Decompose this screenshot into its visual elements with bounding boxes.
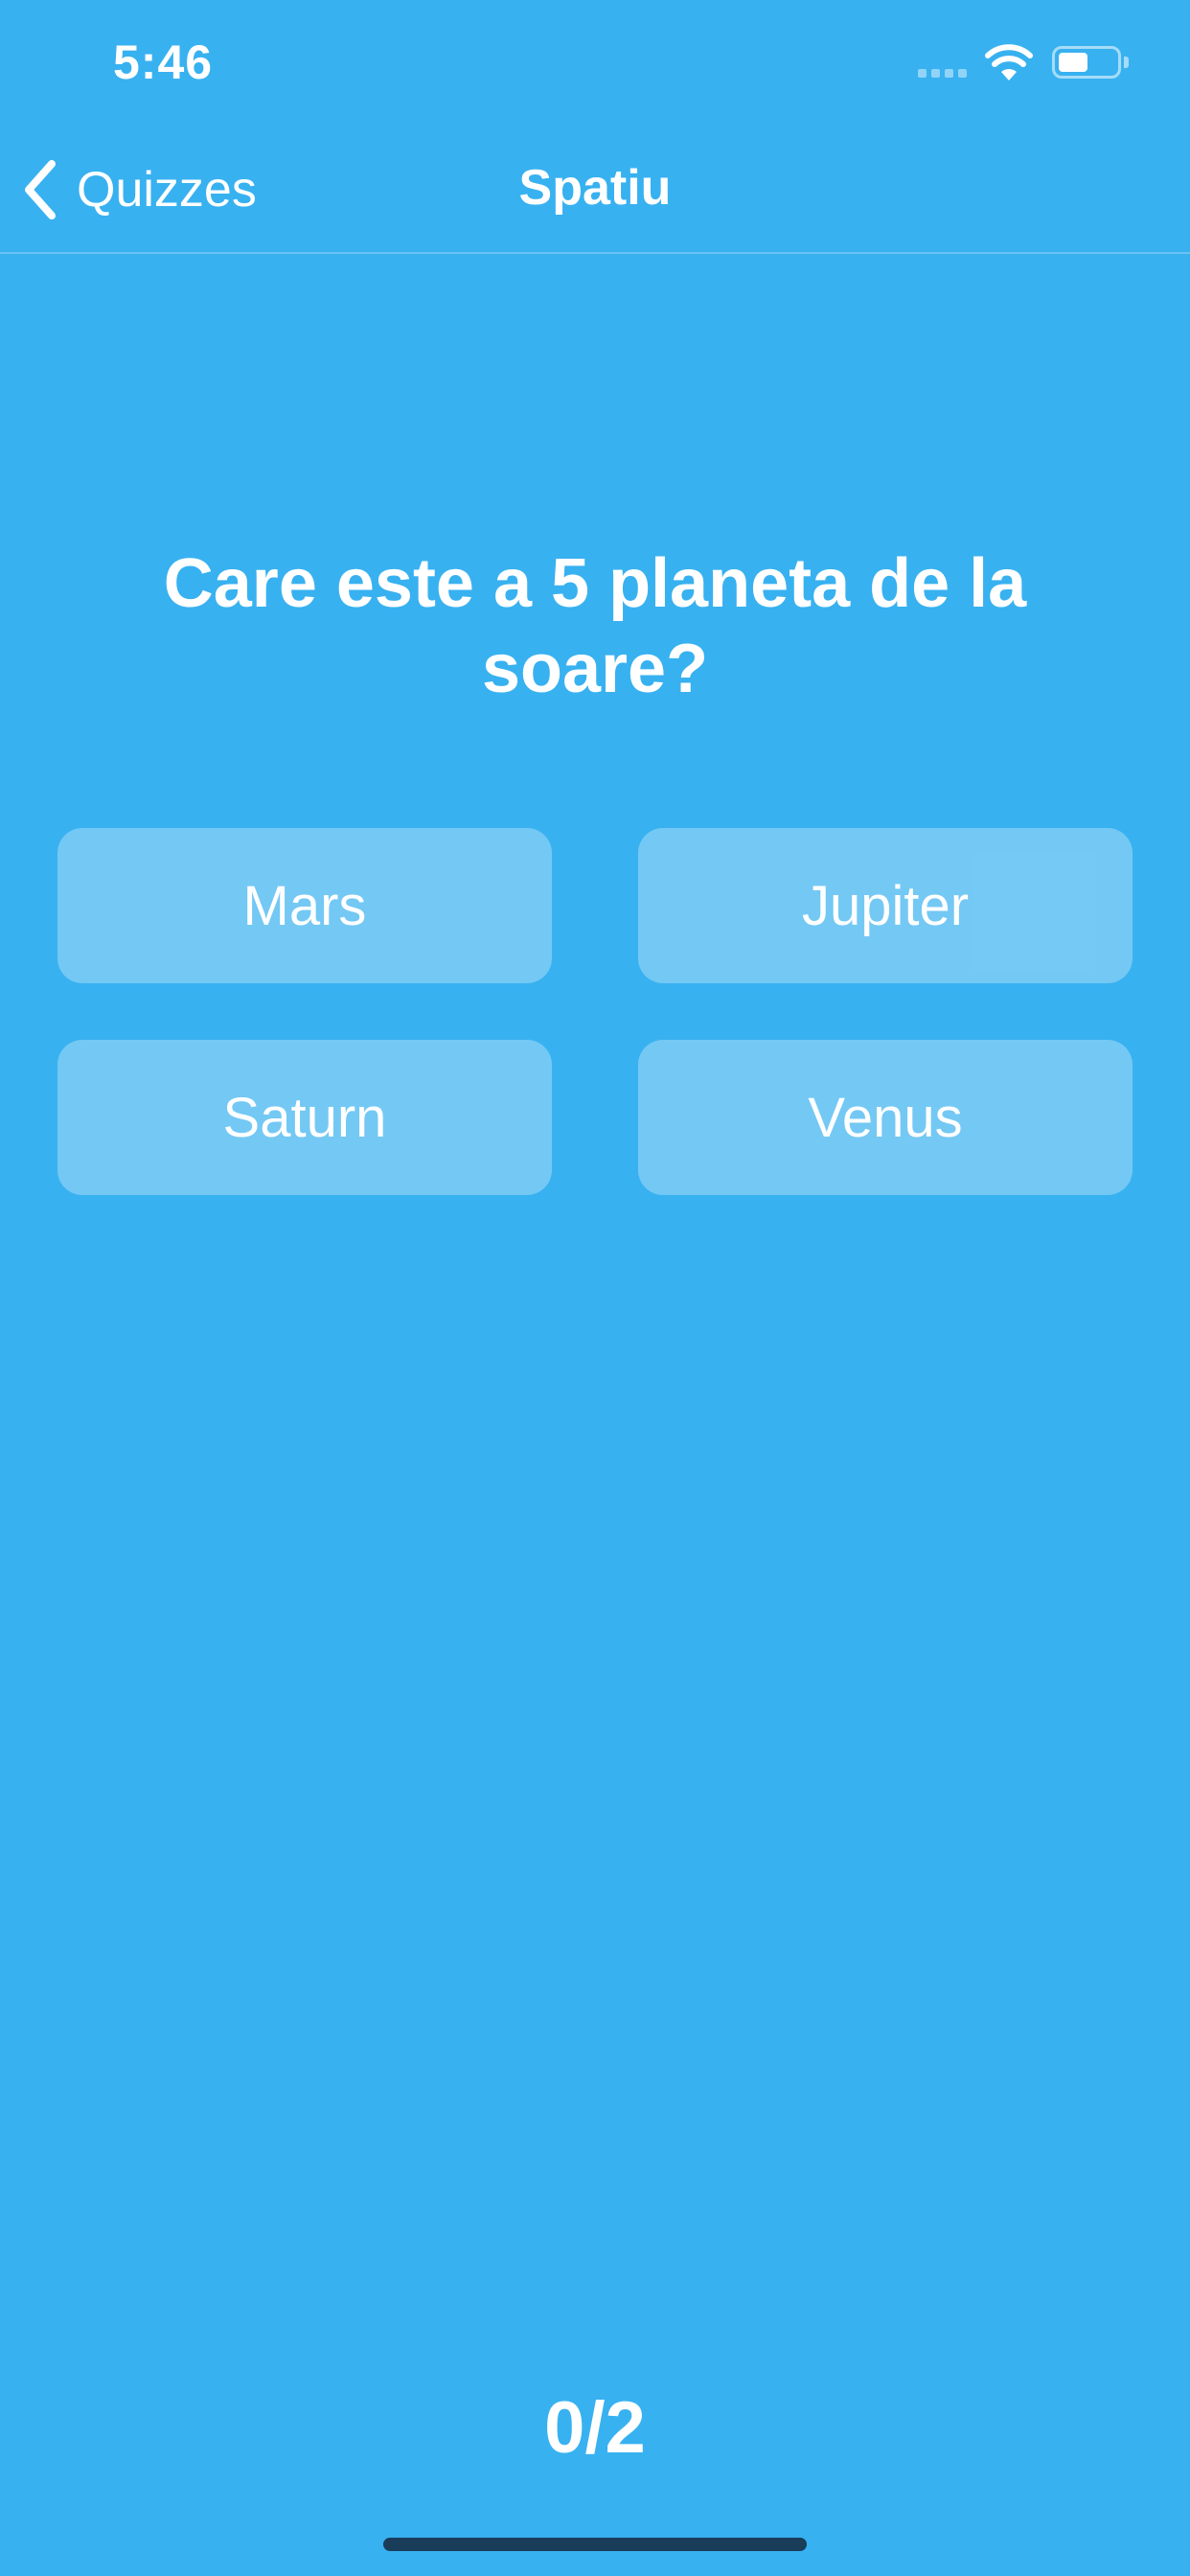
answer-button-saturn[interactable]: Saturn [57,1040,552,1195]
answer-button-mars[interactable]: Mars [57,828,552,983]
nav-divider [0,252,1190,254]
status-time: 5:46 [113,35,214,89]
signal-icon [918,69,967,78]
battery-cap [1124,57,1129,68]
battery-icon [1052,46,1121,79]
question-text: Care este a 5 planeta de la soare? [163,545,1027,707]
wifi-icon [985,44,1033,80]
battery-level [1059,53,1087,72]
home-indicator[interactable] [383,2538,807,2551]
score-counter: 0/2 [544,2387,646,2469]
answer-button-jupiter[interactable]: Jupiter [638,828,1133,983]
answer-button-venus[interactable]: Venus [638,1040,1133,1195]
quiz-screen: 5:46 Quizzes Spatiu Care este a 5 planet… [0,0,1190,2576]
page-title: Spatiu [518,160,672,216]
